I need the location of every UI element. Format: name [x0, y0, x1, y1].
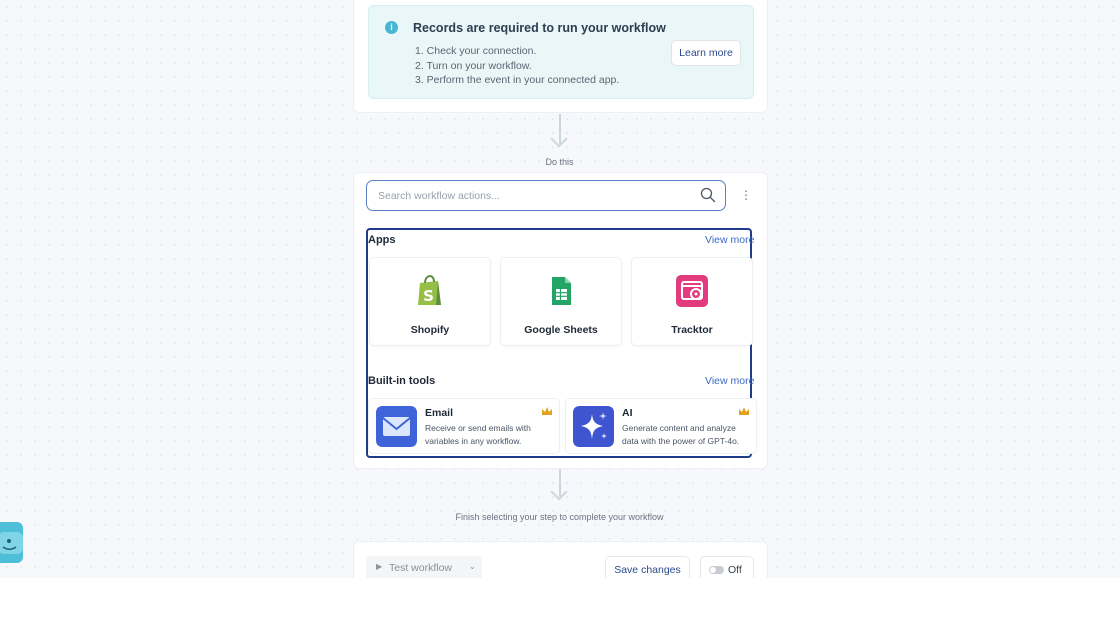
- tool-tile-email[interactable]: Email Receive or send emails with variab…: [368, 398, 560, 454]
- search-input[interactable]: [376, 187, 690, 205]
- crown-icon: [739, 407, 749, 415]
- email-icon: [376, 406, 417, 447]
- info-step: 2. Turn on your workflow.: [415, 59, 532, 72]
- app-tile-shopify[interactable]: S Shopify: [369, 257, 491, 346]
- info-icon: i: [385, 21, 398, 34]
- search-icon[interactable]: [700, 187, 716, 203]
- app-name: Google Sheets: [524, 324, 598, 336]
- arrow-down-icon: [550, 130, 568, 148]
- tracktor-icon: [676, 275, 708, 307]
- save-changes-button[interactable]: Save changes: [605, 556, 690, 578]
- info-step: 1. Check your connection.: [415, 45, 537, 57]
- info-steps-list: 1. Check your connection. 2. Turn on you…: [415, 44, 619, 88]
- footer-card: ▶ Test workflow ⌄ Save changes Off: [353, 541, 768, 578]
- info-step: 3. Perform the event in your connected a…: [415, 74, 620, 86]
- google-sheets-icon: [552, 277, 571, 305]
- workflow-toggle[interactable]: Off: [700, 556, 754, 578]
- tools-section-title: Built-in tools: [368, 375, 436, 387]
- sparkle-icon: [573, 406, 614, 447]
- tool-name: AI: [622, 407, 633, 419]
- arrow-down-icon: [550, 483, 568, 501]
- svg-text:S: S: [423, 287, 434, 305]
- search-box: [366, 180, 726, 211]
- tool-description: Generate content and analyze data with t…: [622, 423, 740, 446]
- app-name: Shopify: [410, 324, 450, 336]
- tool-name: Email: [425, 407, 454, 419]
- app-name: Tracktor: [671, 324, 713, 336]
- info-title: Records are required to run your workflo…: [413, 21, 666, 35]
- play-icon: ▶: [376, 562, 383, 571]
- test-workflow-label: Test workflow: [389, 562, 453, 574]
- apps-section-title: Apps: [368, 234, 396, 246]
- apps-view-more-link[interactable]: View more: [705, 234, 754, 246]
- tools-view-more-link[interactable]: View more: [705, 375, 754, 387]
- more-options-icon[interactable]: ⋮: [740, 187, 752, 203]
- action-card: ⋮ Apps View more S Shopify Google S: [353, 172, 768, 469]
- chevron-down-icon: ⌄: [469, 562, 476, 571]
- tool-tile-ai[interactable]: AI Generate content and analyze data wit…: [565, 398, 757, 454]
- records-info-banner: i Records are required to run your workf…: [368, 5, 754, 99]
- toggle-knob: [710, 567, 716, 573]
- chat-widget-button[interactable]: [0, 522, 23, 563]
- connector-label: Finish selecting your step to complete y…: [455, 512, 664, 522]
- tool-description: Receive or send emails with variables in…: [425, 423, 531, 446]
- learn-more-button[interactable]: Learn more: [671, 40, 741, 66]
- test-workflow-button[interactable]: ▶ Test workflow ⌄: [366, 556, 482, 578]
- app-tile-tracktor[interactable]: Tracktor: [631, 257, 753, 346]
- robot-face-icon: [0, 532, 23, 554]
- connector-label: Do this: [545, 157, 574, 167]
- toggle-switch[interactable]: [709, 566, 724, 574]
- shopify-icon: S: [418, 274, 441, 305]
- toggle-label: Off: [728, 564, 742, 576]
- trigger-card: i Records are required to run your workf…: [353, 0, 768, 113]
- workflow-canvas: i Records are required to run your workf…: [0, 0, 1120, 578]
- crown-icon: [542, 407, 552, 415]
- app-tile-google-sheets[interactable]: Google Sheets: [500, 257, 622, 346]
